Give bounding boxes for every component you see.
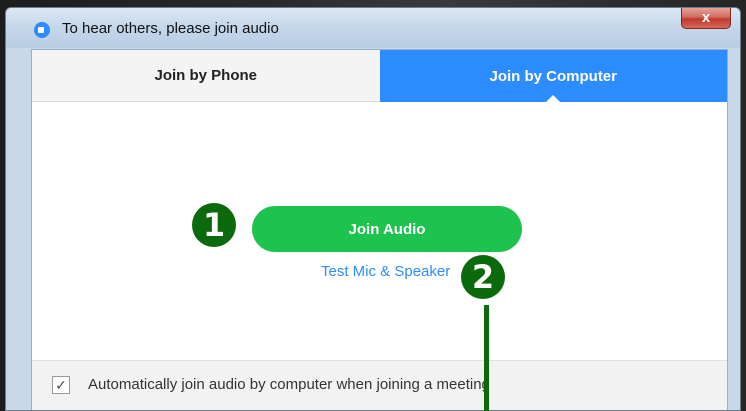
zoom-app-icon [34,22,50,38]
tab-join-by-computer[interactable]: Join by Computer [379,50,727,103]
annotation-marker-1: ❶ 1 [192,203,236,247]
title-bar: To hear others, please join audio x [6,8,740,48]
window-title: To hear others, please join audio [62,20,279,37]
audio-tabs: Join by Phone Join by Computer [32,50,727,103]
join-audio-button[interactable]: Join Audio [252,206,522,252]
marker-2-number: 2 [471,258,495,296]
dialog-footer: ✓ Automatically join audio by computer w… [32,360,727,410]
auto-join-label: Automatically join audio by computer whe… [88,376,490,393]
join-audio-label: Join Audio [348,220,426,238]
close-button[interactable]: x [681,8,731,29]
tab-label: Join by Phone [154,67,257,84]
tab-join-by-phone[interactable]: Join by Phone [32,50,380,102]
marker-1-glyph: 1 [202,206,226,244]
annotation-callout-line [484,305,489,411]
dialog-content: Join by Phone Join by Computer Join Audi… [31,49,728,410]
join-audio-dialog: To hear others, please join audio x Join… [5,7,741,411]
tab-label: Join by Computer [489,67,617,85]
active-tab-pointer [545,95,562,103]
test-mic-speaker-link[interactable]: Test Mic & Speaker [321,263,450,280]
annotation-marker-2: 2 [461,255,505,299]
auto-join-checkbox[interactable]: ✓ [52,376,70,394]
